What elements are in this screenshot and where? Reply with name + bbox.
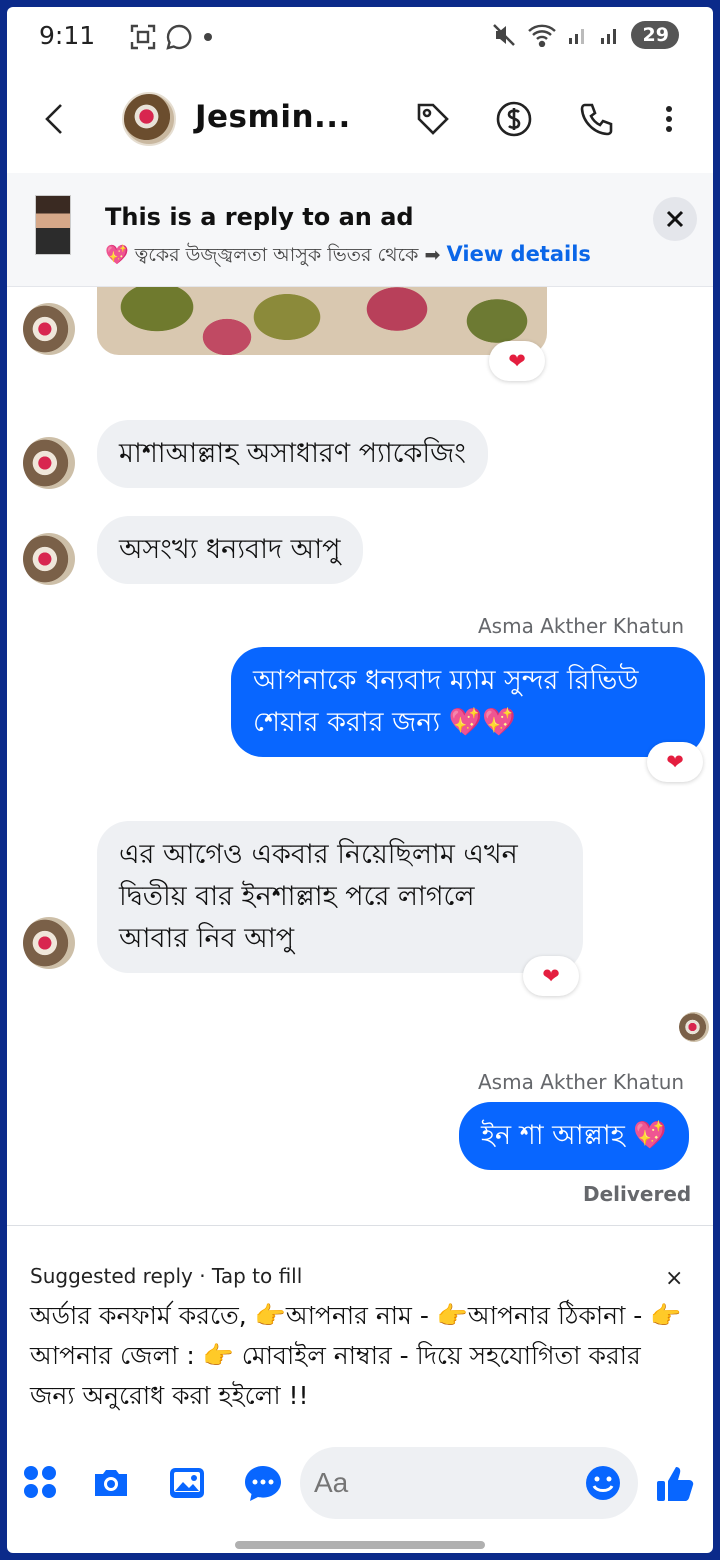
sender-avatar[interactable]: [23, 437, 75, 489]
view-details-link[interactable]: View details: [447, 242, 591, 266]
status-bar: 9:11 29: [7, 7, 713, 69]
tag-icon[interactable]: [413, 99, 453, 139]
contact-name[interactable]: Jesmin...: [195, 99, 351, 135]
suggested-reply-label: Suggested reply · Tap to fill: [30, 1264, 303, 1288]
close-icon: [666, 210, 684, 228]
dot-icon: [204, 33, 212, 41]
message-input-pill[interactable]: [300, 1447, 638, 1519]
sender-avatar[interactable]: [23, 533, 75, 585]
status-notification-icons: [100, 24, 214, 50]
wifi-icon: [527, 24, 556, 47]
incoming-message[interactable]: অসংখ্য ধন্যবাদ আপু: [97, 516, 363, 584]
whatsapp-icon: [166, 24, 192, 50]
signal-icon-1: [568, 29, 584, 44]
image-attachment[interactable]: [97, 287, 547, 355]
conversation-header: Jesmin...: [7, 69, 713, 173]
payment-dollar-icon[interactable]: [494, 99, 534, 139]
home-indicator[interactable]: [235, 1541, 485, 1549]
sender-name: Asma Akther Khatun: [478, 614, 685, 638]
heart-reaction[interactable]: ❤: [523, 956, 579, 996]
delivery-status: Delivered: [583, 1182, 692, 1206]
sender-avatar[interactable]: [23, 303, 75, 355]
incoming-message[interactable]: এর আগেও একবার নিয়েছিলাম এখন দ্বিতীয় বা…: [97, 821, 583, 973]
camera-icon[interactable]: [91, 1463, 131, 1503]
message-line: আপনাকে ধন্যবাদ ম্যাম সুন্দর রিভিউ: [253, 665, 639, 696]
outgoing-message[interactable]: আপনাকে ধন্যবাদ ম্যাম সুন্দর রিভিউ শেয়ার…: [231, 647, 705, 757]
message-composer: [7, 1439, 713, 1525]
back-arrow-icon[interactable]: [37, 99, 73, 139]
heart-reaction[interactable]: ❤: [647, 742, 703, 782]
ad-banner-subtitle: 💖 ত্বকের উজ্জ্বলতা আসুক ভিতর থেকে ➡ View…: [105, 241, 591, 273]
sender-avatar[interactable]: [23, 917, 75, 969]
ad-thumbnail[interactable]: [35, 195, 71, 255]
incoming-message[interactable]: মাশাআল্লাহ অসাধারণ প্যাকেজিং: [97, 420, 488, 488]
like-thumbs-up-icon[interactable]: [655, 1463, 697, 1505]
mute-icon: [492, 24, 515, 46]
message-line: শেয়ার করার জন্য 💖💖: [253, 707, 517, 738]
chat-bubble-icon[interactable]: [243, 1463, 283, 1503]
close-suggestion-button[interactable]: ×: [665, 1266, 683, 1291]
app-notification-icon: [101, 28, 110, 46]
ad-reply-banner: This is a reply to an ad 💖 ত্বকের উজ্জ্ব…: [7, 173, 713, 287]
suggested-reply-text[interactable]: অর্ডার কনফার্ম করতে, 👉আপনার নাম - 👉আপনার…: [30, 1296, 690, 1416]
message-input[interactable]: [314, 1461, 574, 1505]
ad-banner-title: This is a reply to an ad: [105, 203, 414, 231]
suggested-reply-panel[interactable]: Suggested reply · Tap to fill × অর্ডার ক…: [7, 1225, 713, 1425]
seen-indicator-avatar: [679, 1012, 709, 1042]
screenshot-icon: [130, 24, 156, 50]
ad-caption: 💖 ত্বকের উজ্জ্বলতা আসুক ভিতর থেকে ➡: [105, 244, 441, 266]
heart-reaction[interactable]: ❤: [489, 341, 545, 381]
gallery-icon[interactable]: [167, 1463, 207, 1503]
phone-call-icon[interactable]: [577, 99, 617, 139]
app-frame: 9:11 29 Jesmin... This is a reply to an …: [7, 7, 713, 1553]
close-banner-button[interactable]: [653, 197, 697, 241]
outgoing-message[interactable]: ইন শা আল্লাহ 💖: [459, 1102, 690, 1170]
status-time: 9:11: [39, 21, 96, 50]
battery-indicator: 29: [630, 21, 679, 49]
signal-icon-2: [600, 29, 616, 44]
message-line: আবার নিব আপু: [119, 923, 295, 954]
status-system-icons: 29: [491, 21, 679, 49]
emoji-icon[interactable]: [584, 1464, 622, 1502]
contact-avatar[interactable]: [122, 92, 176, 146]
apps-menu-icon[interactable]: [21, 1463, 61, 1503]
message-line: দ্বিতীয় বার ইনশাল্লাহ পরে লাগলে: [119, 881, 475, 912]
message-line: এর আগেও একবার নিয়েছিলাম এখন: [119, 839, 518, 870]
more-options-icon[interactable]: [657, 99, 681, 139]
sender-name: Asma Akther Khatun: [478, 1070, 685, 1094]
